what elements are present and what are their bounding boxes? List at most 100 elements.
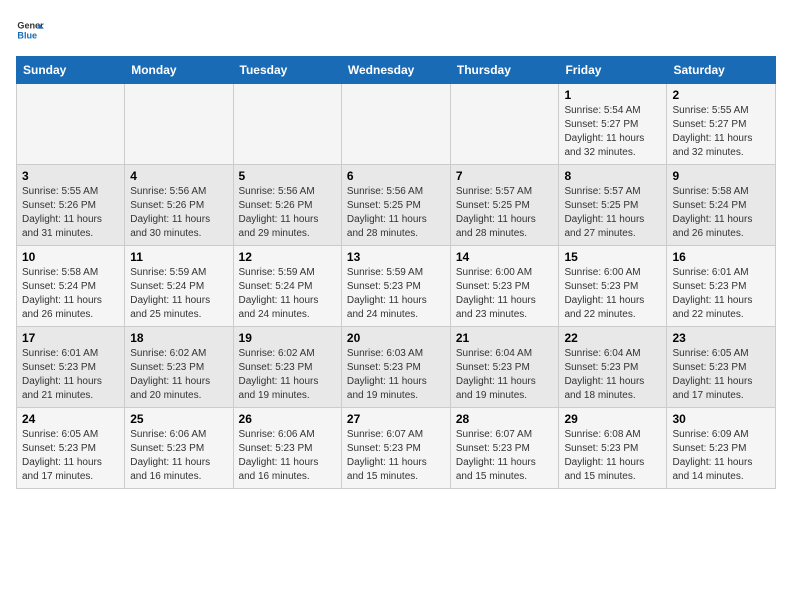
calendar-day-cell: 8 Sunrise: 5:57 AM Sunset: 5:25 PM Daylig… [559, 165, 667, 246]
calendar-day-cell: 29Sunrise: 6:08 AM Sunset: 5:23 PM Dayli… [559, 408, 667, 489]
calendar-day-cell: 24 Sunrise: 6:05 AM Sunset: 5:23 PM Dayli… [17, 408, 125, 489]
calendar-day-cell: 21Sunrise: 6:04 AM Sunset: 5:23 PM Dayli… [450, 327, 559, 408]
day-number: 2 [672, 88, 770, 102]
calendar-day-cell [341, 84, 450, 165]
weekday-header: Sunday [17, 57, 125, 84]
day-info: Sunrise: 5:55 AM Sunset: 5:27 PM Dayligh… [672, 104, 770, 160]
day-number: 25 [130, 412, 227, 426]
day-info: Sunrise: 6:01 AM Sunset: 5:23 PM Dayligh… [22, 347, 119, 403]
day-info: Sunrise: 6:02 AM Sunset: 5:23 PM Dayligh… [239, 347, 336, 403]
calendar-day-cell: 6 Sunrise: 5:56 AM Sunset: 5:25 PM Daylig… [341, 165, 450, 246]
day-info: Sunrise: 5:56 AM Sunset: 5:26 PM Dayligh… [239, 185, 336, 241]
calendar-day-cell: 28Sunrise: 6:07 AM Sunset: 5:23 PM Dayli… [450, 408, 559, 489]
day-info: Sunrise: 6:00 AM Sunset: 5:23 PM Dayligh… [564, 266, 661, 322]
calendar-week-row: 3 Sunrise: 5:55 AM Sunset: 5:26 PM Daylig… [17, 165, 776, 246]
day-number: 13 [347, 250, 445, 264]
day-number: 8 [564, 169, 661, 183]
day-info: Sunrise: 5:59 AM Sunset: 5:24 PM Dayligh… [130, 266, 227, 322]
day-info: Sunrise: 5:58 AM Sunset: 5:24 PM Dayligh… [22, 266, 119, 322]
day-info: Sunrise: 6:05 AM Sunset: 5:23 PM Dayligh… [22, 428, 119, 484]
weekday-header: Wednesday [341, 57, 450, 84]
day-number: 19 [239, 331, 336, 345]
day-number: 27 [347, 412, 445, 426]
calendar-day-cell: 14 Sunrise: 6:00 AM Sunset: 5:23 PM Dayli… [450, 246, 559, 327]
calendar-day-cell: 1 Sunrise: 5:54 AM Sunset: 5:27 PM Daylig… [559, 84, 667, 165]
calendar-header: SundayMondayTuesdayWednesdayThursdayFrid… [17, 57, 776, 84]
logo: General Blue [16, 16, 48, 44]
calendar-day-cell: 27 Sunrise: 6:07 AM Sunset: 5:23 PM Dayli… [341, 408, 450, 489]
day-number: 15 [564, 250, 661, 264]
weekday-header: Monday [125, 57, 233, 84]
day-number: 3 [22, 169, 119, 183]
calendar-day-cell: 9 Sunrise: 5:58 AM Sunset: 5:24 PM Daylig… [667, 165, 776, 246]
day-info: Sunrise: 6:08 AM Sunset: 5:23 PM Dayligh… [564, 428, 661, 484]
day-number: 16 [672, 250, 770, 264]
day-number: 9 [672, 169, 770, 183]
calendar-week-row: 17Sunrise: 6:01 AM Sunset: 5:23 PM Dayli… [17, 327, 776, 408]
calendar-day-cell: 23 Sunrise: 6:05 AM Sunset: 5:23 PM Dayli… [667, 327, 776, 408]
day-info: Sunrise: 5:58 AM Sunset: 5:24 PM Dayligh… [672, 185, 770, 241]
day-number: 12 [239, 250, 336, 264]
day-info: Sunrise: 5:57 AM Sunset: 5:25 PM Dayligh… [564, 185, 661, 241]
day-number: 4 [130, 169, 227, 183]
day-info: Sunrise: 6:09 AM Sunset: 5:23 PM Dayligh… [672, 428, 770, 484]
day-info: Sunrise: 5:54 AM Sunset: 5:27 PM Dayligh… [564, 104, 661, 160]
day-info: Sunrise: 6:07 AM Sunset: 5:23 PM Dayligh… [347, 428, 445, 484]
calendar-day-cell [125, 84, 233, 165]
day-info: Sunrise: 5:59 AM Sunset: 5:24 PM Dayligh… [239, 266, 336, 322]
day-number: 22 [564, 331, 661, 345]
calendar-day-cell: 13 Sunrise: 5:59 AM Sunset: 5:23 PM Dayli… [341, 246, 450, 327]
calendar-day-cell: 4Sunrise: 5:56 AM Sunset: 5:26 PM Daylig… [125, 165, 233, 246]
day-info: Sunrise: 5:59 AM Sunset: 5:23 PM Dayligh… [347, 266, 445, 322]
calendar-day-cell: 10 Sunrise: 5:58 AM Sunset: 5:24 PM Dayli… [17, 246, 125, 327]
day-info: Sunrise: 6:04 AM Sunset: 5:23 PM Dayligh… [564, 347, 661, 403]
day-number: 26 [239, 412, 336, 426]
day-info: Sunrise: 6:02 AM Sunset: 5:23 PM Dayligh… [130, 347, 227, 403]
calendar-day-cell: 2 Sunrise: 5:55 AM Sunset: 5:27 PM Daylig… [667, 84, 776, 165]
logo-icon: General Blue [16, 16, 44, 44]
calendar-day-cell [450, 84, 559, 165]
calendar-week-row: 10 Sunrise: 5:58 AM Sunset: 5:24 PM Dayli… [17, 246, 776, 327]
day-info: Sunrise: 6:01 AM Sunset: 5:23 PM Dayligh… [672, 266, 770, 322]
day-info: Sunrise: 6:06 AM Sunset: 5:23 PM Dayligh… [239, 428, 336, 484]
calendar-week-row: 24 Sunrise: 6:05 AM Sunset: 5:23 PM Dayli… [17, 408, 776, 489]
calendar-body: 1 Sunrise: 5:54 AM Sunset: 5:27 PM Daylig… [17, 84, 776, 489]
day-number: 28 [456, 412, 554, 426]
calendar-day-cell: 7Sunrise: 5:57 AM Sunset: 5:25 PM Daylig… [450, 165, 559, 246]
day-info: Sunrise: 5:55 AM Sunset: 5:26 PM Dayligh… [22, 185, 119, 241]
day-number: 18 [130, 331, 227, 345]
calendar-day-cell: 3 Sunrise: 5:55 AM Sunset: 5:26 PM Daylig… [17, 165, 125, 246]
day-number: 24 [22, 412, 119, 426]
calendar-day-cell: 19 Sunrise: 6:02 AM Sunset: 5:23 PM Dayli… [233, 327, 341, 408]
calendar-day-cell: 12 Sunrise: 5:59 AM Sunset: 5:24 PM Dayli… [233, 246, 341, 327]
day-info: Sunrise: 5:57 AM Sunset: 5:25 PM Dayligh… [456, 185, 554, 241]
day-number: 14 [456, 250, 554, 264]
day-info: Sunrise: 6:04 AM Sunset: 5:23 PM Dayligh… [456, 347, 554, 403]
calendar-day-cell: 11 Sunrise: 5:59 AM Sunset: 5:24 PM Dayli… [125, 246, 233, 327]
calendar-day-cell: 5 Sunrise: 5:56 AM Sunset: 5:26 PM Daylig… [233, 165, 341, 246]
calendar-day-cell: 30 Sunrise: 6:09 AM Sunset: 5:23 PM Dayli… [667, 408, 776, 489]
day-number: 6 [347, 169, 445, 183]
day-number: 1 [564, 88, 661, 102]
weekday-header: Thursday [450, 57, 559, 84]
day-number: 20 [347, 331, 445, 345]
day-info: Sunrise: 6:03 AM Sunset: 5:23 PM Dayligh… [347, 347, 445, 403]
weekday-header: Friday [559, 57, 667, 84]
page-header: General Blue [16, 16, 776, 44]
header-row: SundayMondayTuesdayWednesdayThursdayFrid… [17, 57, 776, 84]
day-number: 30 [672, 412, 770, 426]
day-info: Sunrise: 6:05 AM Sunset: 5:23 PM Dayligh… [672, 347, 770, 403]
day-number: 23 [672, 331, 770, 345]
svg-text:Blue: Blue [17, 30, 37, 40]
calendar-day-cell: 26 Sunrise: 6:06 AM Sunset: 5:23 PM Dayli… [233, 408, 341, 489]
day-info: Sunrise: 5:56 AM Sunset: 5:25 PM Dayligh… [347, 185, 445, 241]
day-number: 5 [239, 169, 336, 183]
calendar-day-cell [17, 84, 125, 165]
day-number: 11 [130, 250, 227, 264]
day-number: 10 [22, 250, 119, 264]
calendar-week-row: 1 Sunrise: 5:54 AM Sunset: 5:27 PM Daylig… [17, 84, 776, 165]
day-info: Sunrise: 6:00 AM Sunset: 5:23 PM Dayligh… [456, 266, 554, 322]
calendar-day-cell: 16 Sunrise: 6:01 AM Sunset: 5:23 PM Dayli… [667, 246, 776, 327]
day-info: Sunrise: 6:06 AM Sunset: 5:23 PM Dayligh… [130, 428, 227, 484]
calendar-day-cell: 22 Sunrise: 6:04 AM Sunset: 5:23 PM Dayli… [559, 327, 667, 408]
